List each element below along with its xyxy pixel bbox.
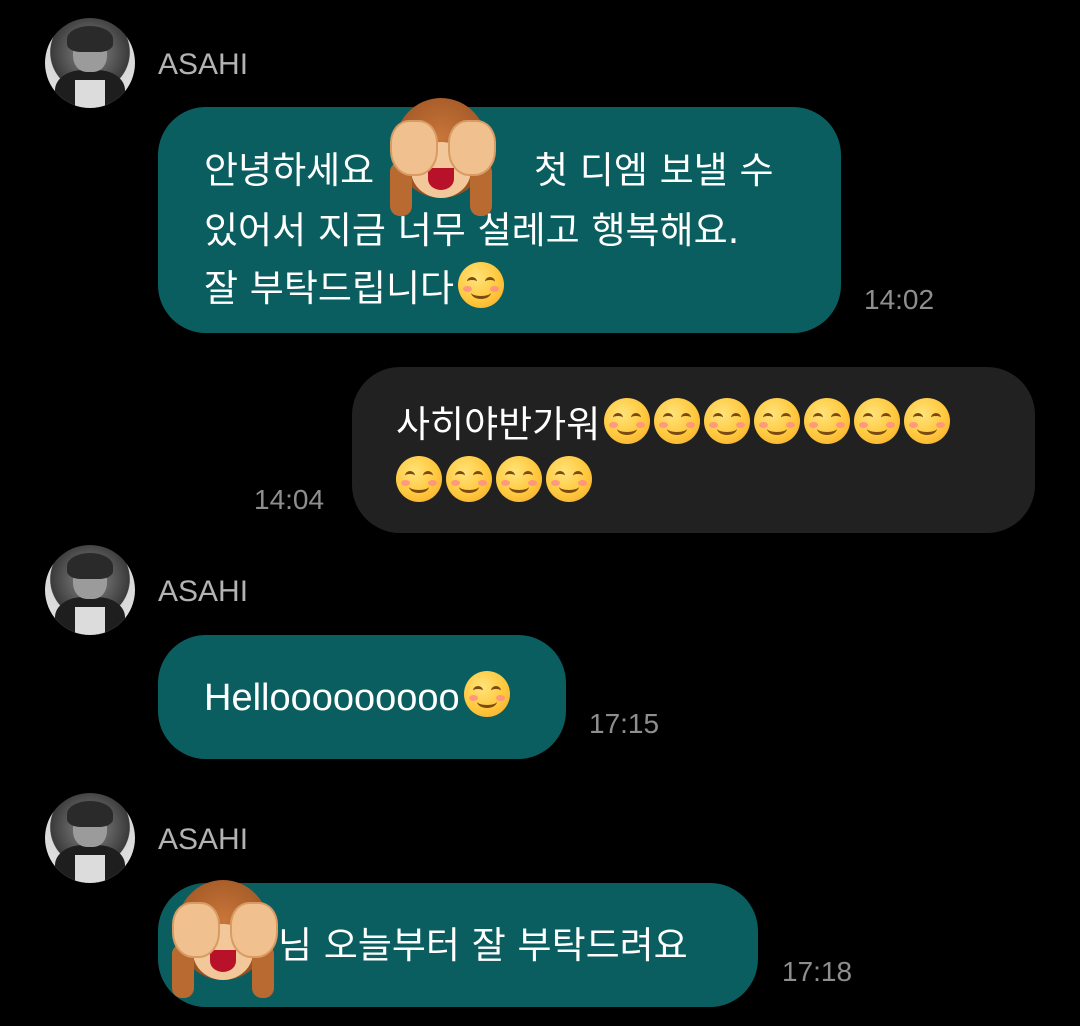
see-no-evil-monkey-icon <box>386 98 496 216</box>
smiling-face-icon <box>854 398 901 444</box>
message-text: 님 오늘부터 잘 부탁드려요 <box>278 924 688 967</box>
smiling-face-icon <box>446 456 492 502</box>
smiling-face-icon <box>396 456 442 502</box>
see-no-evil-monkey-icon <box>168 880 278 998</box>
smiling-face-icon <box>546 456 592 502</box>
avatar-asahi-3[interactable] <box>45 793 135 883</box>
smiling-face-icon <box>904 398 951 444</box>
smiling-face-icon <box>458 262 505 308</box>
message-bubble-incoming[interactable]: 안녕하세요 첫 디엠 보낼 수 있어서 지금 너무 설레고 행복해요. 잘 부탁… <box>158 107 841 333</box>
smiling-face-icon <box>654 398 701 444</box>
smiling-face-icon <box>463 671 510 717</box>
smiling-face-icon <box>604 398 651 444</box>
message-text: 사히야반가워 <box>396 403 601 446</box>
message-text: 잘 부탁드립니다 <box>204 267 455 310</box>
message-timestamp: 17:18 <box>782 956 853 987</box>
sender-name: ASAHI <box>158 575 249 608</box>
message-bubble-incoming[interactable]: Hellooooooooo <box>158 635 566 759</box>
smiling-face-icon <box>496 456 542 502</box>
message-timestamp: 14:02 <box>864 284 935 315</box>
avatar-asahi-2[interactable] <box>45 545 135 635</box>
message-text: 안녕하세요 <box>204 149 375 192</box>
message-timestamp: 14:04 <box>254 484 325 515</box>
message-text: Hellooooooooo <box>204 677 460 719</box>
sender-name: ASAHI <box>158 48 249 81</box>
avatar-asahi-1[interactable] <box>45 18 135 108</box>
message-timestamp: 17:15 <box>589 708 660 739</box>
smiling-face-icon <box>704 398 751 444</box>
smiling-face-icon <box>754 398 801 444</box>
message-bubble-outgoing[interactable]: 사히야반가워 <box>352 367 1035 533</box>
smiling-face-icon <box>804 398 851 444</box>
sender-name: ASAHI <box>158 823 249 856</box>
message-text: 첫 디엠 보낼 수 <box>534 149 774 192</box>
